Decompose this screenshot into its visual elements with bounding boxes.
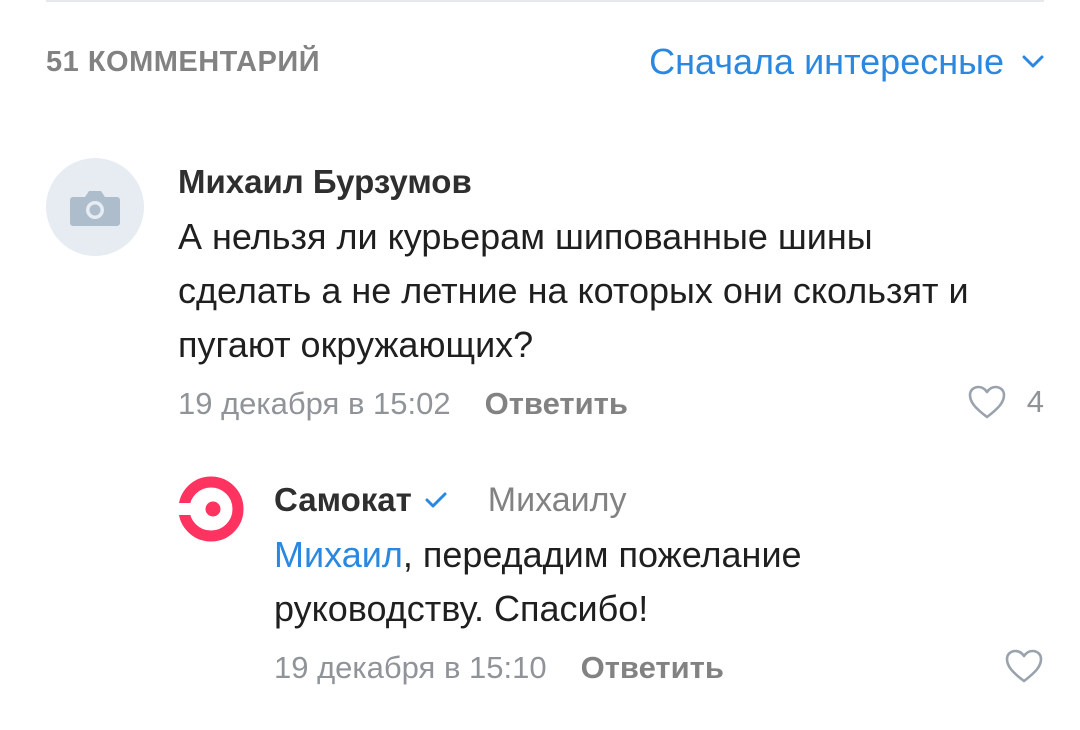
- avatar[interactable]: [178, 476, 244, 542]
- sort-label: Сначала интересные: [649, 41, 1004, 82]
- comment-text: Михаил, передадим пожелание руководству.…: [274, 528, 914, 636]
- top-divider: [46, 0, 1044, 2]
- verified-check-icon: [424, 490, 448, 510]
- avatar[interactable]: [46, 158, 144, 256]
- samokat-logo: [178, 476, 244, 542]
- heart-icon: [968, 385, 1006, 419]
- comment-text: А нельзя ли курьерам шипованные шины сде…: [178, 216, 969, 365]
- sort-selector[interactable]: Сначала интересные: [649, 41, 1044, 83]
- author-name[interactable]: Самокат: [274, 481, 412, 519]
- author-name[interactable]: Михаил Бурзумов: [178, 163, 472, 201]
- like-button[interactable]: [1004, 648, 1044, 684]
- comments-header: 51 КОММЕНТАРИЙ Сначала интересные: [46, 40, 1044, 84]
- comment-body: Самокат Михаилу Михаил, передадим пожела…: [274, 478, 1044, 692]
- comment-meta: 19 декабря в 15:02 Ответить 4: [178, 380, 1044, 428]
- camera-icon: [70, 191, 120, 226]
- reply-button[interactable]: Ответить: [581, 650, 724, 686]
- comment-body: Михаил Бурзумов А нельзя ли курьерам шип…: [178, 160, 1044, 428]
- like-button[interactable]: 4: [967, 384, 1044, 420]
- comment-meta: 19 декабря в 15:10 Ответить: [274, 644, 1044, 692]
- mention-link[interactable]: Михаил: [274, 534, 403, 575]
- comment-date[interactable]: 19 декабря в 15:10: [274, 650, 547, 686]
- chevron-down-icon: [1022, 55, 1044, 68]
- comments-count: 51 КОММЕНТАРИЙ: [46, 45, 321, 78]
- reply-button[interactable]: Ответить: [485, 386, 628, 422]
- like-count: 4: [1026, 384, 1044, 419]
- author-line: Самокат Михаилу: [274, 478, 1044, 522]
- reply-to[interactable]: Михаилу: [488, 481, 627, 520]
- author-line: Михаил Бурзумов: [178, 160, 1044, 204]
- heart-icon: [1005, 649, 1043, 683]
- comment-date[interactable]: 19 декабря в 15:02: [178, 386, 451, 422]
